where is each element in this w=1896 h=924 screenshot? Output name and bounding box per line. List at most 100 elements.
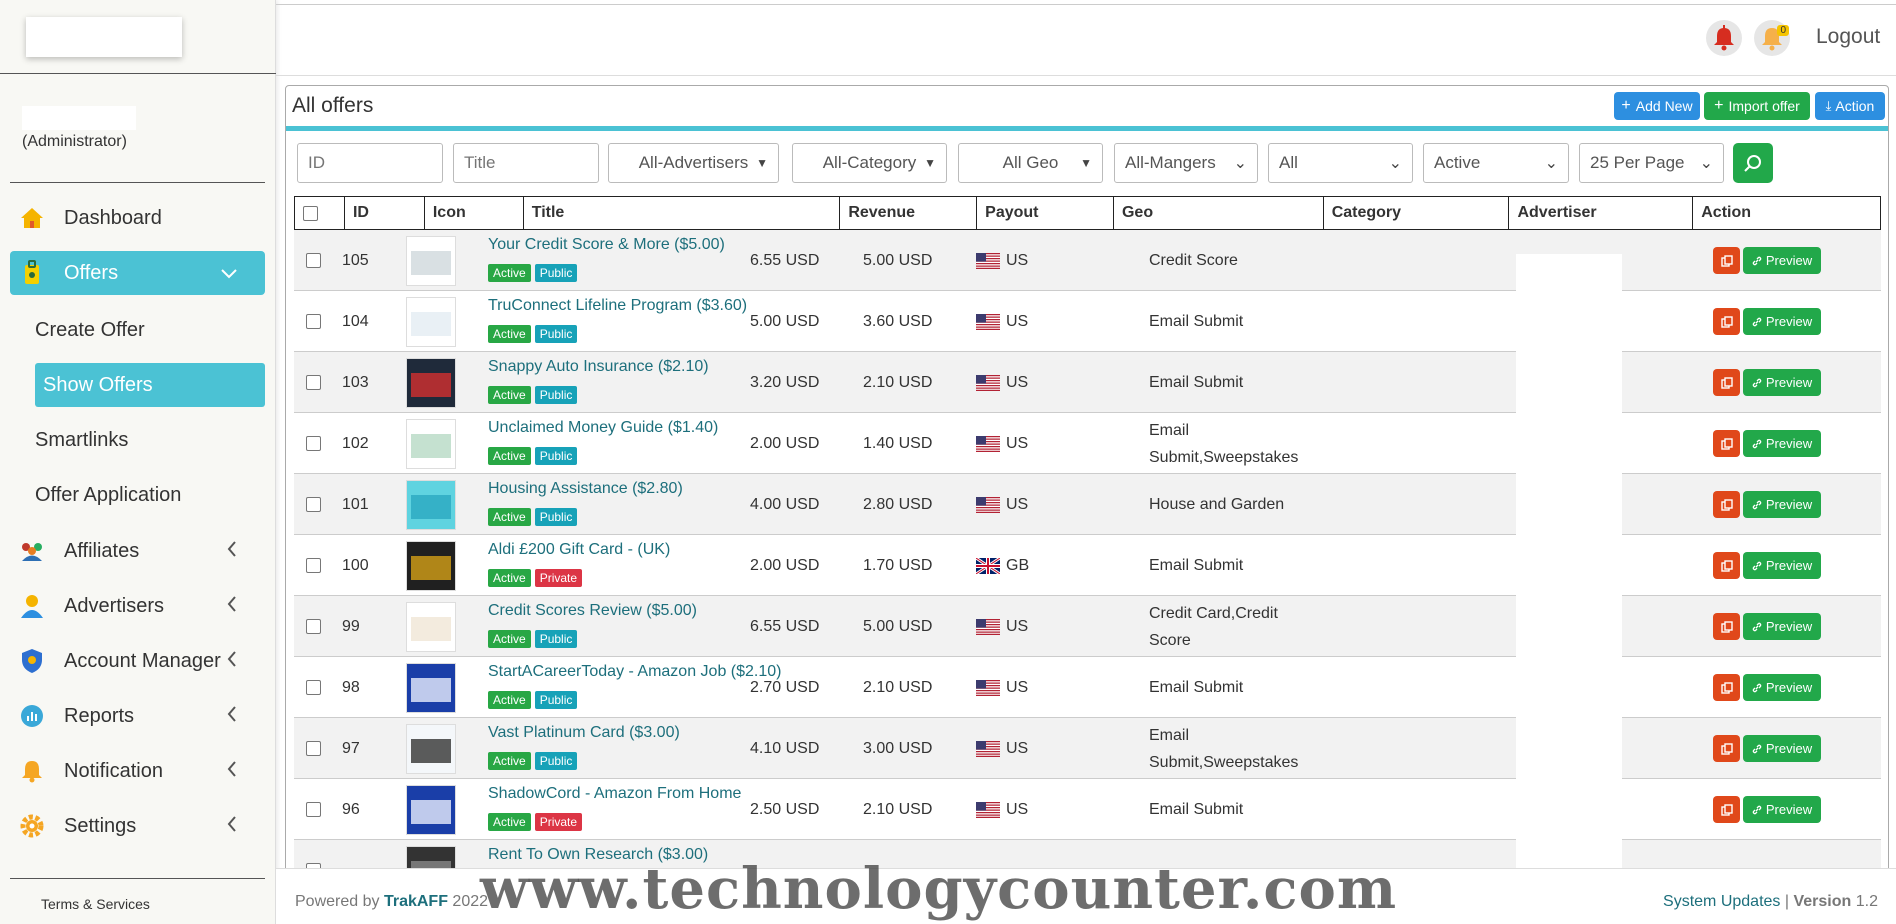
offer-title-link[interactable]: TruConnect Lifeline Program ($3.60): [488, 297, 747, 315]
preview-button[interactable]: Preview: [1743, 552, 1821, 579]
uk-flag-icon: [976, 557, 1000, 574]
title-filter-input[interactable]: [453, 143, 599, 183]
offer-id: 96: [342, 800, 360, 818]
row-checkbox[interactable]: [306, 314, 321, 329]
sidebar-item-account-manager[interactable]: Account Manager: [10, 639, 265, 683]
offer-title-link[interactable]: Housing Assistance ($2.80): [488, 480, 683, 498]
copy-button[interactable]: [1713, 613, 1740, 640]
notification-bell-button[interactable]: 0: [1754, 20, 1790, 56]
version-info: System Updates | Version 1.2: [1663, 893, 1878, 910]
sidebar-sub-smartlinks[interactable]: Smartlinks: [35, 418, 128, 462]
row-checkbox[interactable]: [306, 680, 321, 695]
alert-bell-button[interactable]: [1706, 20, 1742, 56]
status-select[interactable]: Active ⌄: [1423, 143, 1569, 183]
sidebar-item-reports[interactable]: Reports: [10, 694, 265, 738]
copy-button[interactable]: [1713, 308, 1740, 335]
row-checkbox[interactable]: [306, 375, 321, 390]
row-checkbox[interactable]: [306, 497, 321, 512]
offer-title-link[interactable]: Snappy Auto Insurance ($2.10): [488, 358, 709, 376]
copy-button[interactable]: [1713, 491, 1740, 518]
column-header[interactable]: Title: [524, 197, 841, 229]
preview-button[interactable]: Preview: [1743, 430, 1821, 457]
row-checkbox[interactable]: [306, 619, 321, 634]
id-filter-input[interactable]: [297, 143, 443, 183]
add-new-button[interactable]: + Add New: [1614, 92, 1700, 120]
copy-button[interactable]: [1713, 552, 1740, 579]
caret-down-icon: ▼: [756, 156, 768, 170]
row-checkbox[interactable]: [306, 802, 321, 817]
panel-accent-bar: [286, 126, 1888, 131]
visibility-badge: Public: [534, 264, 578, 282]
row-checkbox[interactable]: [306, 741, 321, 756]
sidebar-sub-show-offers[interactable]: Show Offers: [35, 363, 265, 407]
copy-button[interactable]: [1713, 735, 1740, 762]
preview-button[interactable]: Preview: [1743, 796, 1821, 823]
sidebar-sub-create-offer[interactable]: Create Offer: [35, 308, 145, 352]
offer-title-link[interactable]: ShadowCord - Amazon From Home: [488, 785, 741, 803]
preview-button[interactable]: Preview: [1743, 613, 1821, 640]
advertiser-column-redaction: [1516, 254, 1622, 874]
column-header[interactable]: Category: [1324, 197, 1510, 229]
preview-button[interactable]: Preview: [1743, 308, 1821, 335]
terms-link[interactable]: Terms & Services: [41, 896, 150, 912]
column-header[interactable]: Revenue: [840, 197, 978, 229]
offer-thumbnail: [406, 357, 456, 408]
row-checkbox[interactable]: [306, 253, 321, 268]
row-checkbox[interactable]: [306, 436, 321, 451]
sidebar: (Administrator) Dashboard Offers Create …: [0, 0, 276, 924]
geo-code: US: [1006, 373, 1029, 391]
preview-button[interactable]: Preview: [1743, 491, 1821, 518]
offer-title-link[interactable]: Aldi £200 Gift Card - (UK): [488, 541, 670, 559]
preview-button[interactable]: Preview: [1743, 369, 1821, 396]
per-page-select[interactable]: 25 Per Page ⌄: [1579, 143, 1724, 183]
offer-thumbnail: [406, 784, 456, 835]
sidebar-item-affiliates[interactable]: Affiliates: [10, 529, 265, 573]
preview-button[interactable]: Preview: [1743, 247, 1821, 274]
offer-title-link[interactable]: Credit Scores Review ($5.00): [488, 602, 697, 620]
search-button[interactable]: [1733, 143, 1773, 183]
all-select[interactable]: All ⌄: [1268, 143, 1413, 183]
column-header[interactable]: Payout: [977, 197, 1114, 229]
visibility-badge: Private: [534, 569, 583, 587]
offer-id: 101: [342, 495, 369, 513]
import-offer-button[interactable]: + Import offer: [1704, 92, 1810, 120]
column-header[interactable]: Geo: [1114, 197, 1324, 229]
row-checkbox[interactable]: [306, 558, 321, 573]
copy-button[interactable]: [1713, 674, 1740, 701]
column-header[interactable]: Advertiser: [1509, 197, 1694, 229]
affiliates-icon: [18, 537, 46, 565]
select-all-checkbox[interactable]: [303, 205, 318, 221]
sidebar-item-offers[interactable]: Offers: [10, 251, 265, 295]
offer-title-link[interactable]: Your Credit Score & More ($5.00): [488, 236, 725, 254]
geo-select[interactable]: All Geo ▼: [958, 143, 1103, 183]
sidebar-item-settings[interactable]: Settings: [10, 804, 265, 848]
logout-link[interactable]: Logout: [1816, 25, 1880, 49]
category: Email Submit: [1149, 557, 1244, 574]
brand-link[interactable]: TrakAFF: [384, 893, 448, 910]
payout: 1.70 USD: [863, 556, 933, 574]
action-button[interactable]: ⤓ Action: [1815, 92, 1885, 120]
sidebar-item-notification[interactable]: Notification: [10, 749, 265, 793]
preview-button[interactable]: Preview: [1743, 735, 1821, 762]
category-select[interactable]: All-Category ▼: [792, 143, 947, 183]
offer-title-link[interactable]: Vast Platinum Card ($3.00): [488, 724, 680, 742]
us-flag-icon: [976, 252, 1000, 269]
copy-button[interactable]: [1713, 796, 1740, 823]
preview-button[interactable]: Preview: [1743, 674, 1821, 701]
system-updates-link[interactable]: System Updates: [1663, 893, 1780, 910]
sidebar-item-dashboard[interactable]: Dashboard: [10, 196, 265, 240]
copy-button[interactable]: [1713, 430, 1740, 457]
copy-icon: [1720, 742, 1733, 755]
user-name: [22, 106, 136, 130]
column-header[interactable]: ID: [345, 197, 425, 229]
managers-select[interactable]: All-Mangers ⌄: [1114, 143, 1258, 183]
status-badge: Active: [488, 264, 531, 282]
sidebar-item-advertisers[interactable]: Advertisers: [10, 584, 265, 628]
offer-title-link[interactable]: StartACareerToday - Amazon Job ($2.10): [488, 663, 781, 681]
logo[interactable]: [26, 17, 182, 57]
advertisers-select[interactable]: All-Advertisers ▼: [608, 143, 779, 183]
copy-button[interactable]: [1713, 247, 1740, 274]
sidebar-sub-offer-application[interactable]: Offer Application: [35, 473, 181, 517]
copy-button[interactable]: [1713, 369, 1740, 396]
offer-title-link[interactable]: Unclaimed Money Guide ($1.40): [488, 419, 718, 437]
